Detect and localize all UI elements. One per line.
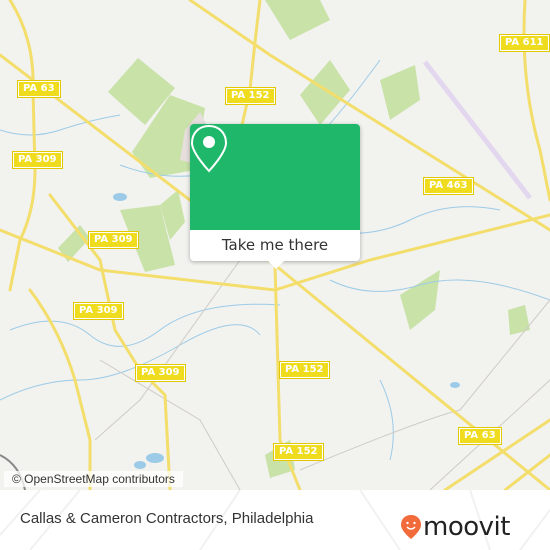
map-view[interactable]: PA 611 PA 63 PA 152 PA 309 PA 463 PA 309… [0,0,550,490]
road-shield-pa-63: PA 63 [458,427,502,445]
destination-popup[interactable]: Take me there [190,124,360,269]
place-title: Callas & Cameron Contractors, Philadelph… [20,510,314,527]
road-shield-pa-463: PA 463 [423,177,474,195]
road-shield-pa-63: PA 63 [17,80,61,98]
road-shield-pa-152: PA 152 [273,443,324,461]
map-attribution[interactable]: © OpenStreetMap contributors [4,471,183,487]
popup-pointer [267,260,285,269]
location-pin-icon [190,124,228,173]
popup-header[interactable] [190,124,360,230]
moovit-smiley-pin-icon [401,515,421,539]
moovit-wordmark: moovit [423,512,510,542]
moovit-logo[interactable]: moovit [400,512,510,542]
road-shield-pa-309: PA 309 [73,302,124,320]
take-me-there-button[interactable]: Take me there [190,230,360,261]
road-shield-pa-309: PA 309 [12,151,63,169]
road-shield-pa-611: PA 611 [499,34,550,52]
road-shield-pa-309: PA 309 [88,231,139,249]
road-shield-pa-152: PA 152 [225,87,276,105]
road-shield-pa-152: PA 152 [279,361,330,379]
road-shield-pa-309: PA 309 [135,364,186,382]
